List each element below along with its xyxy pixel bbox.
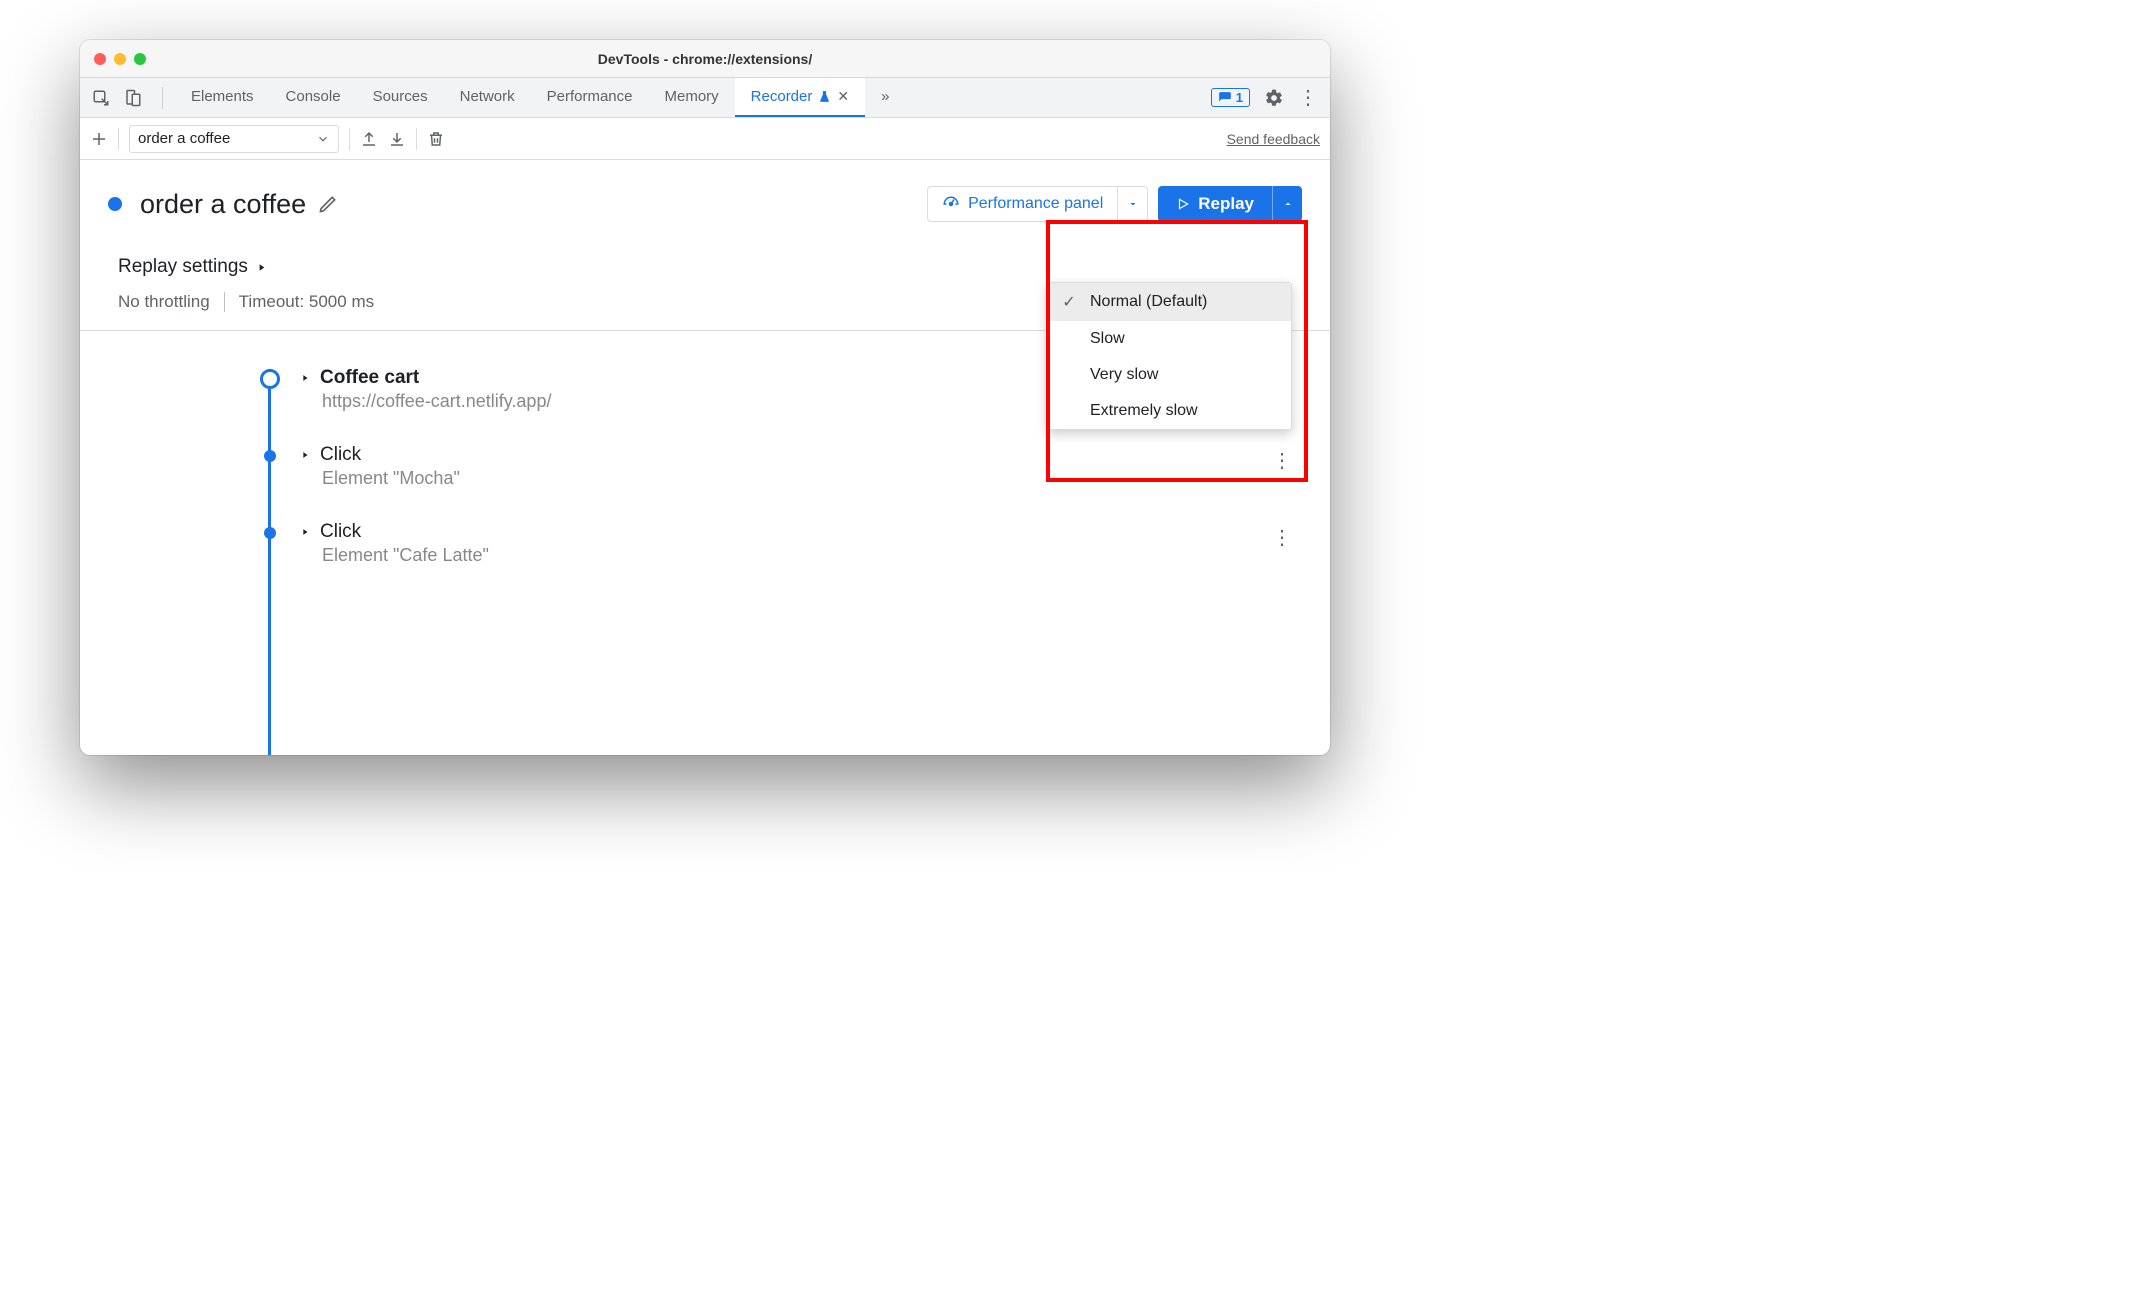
step-node-icon bbox=[260, 369, 280, 389]
kebab-menu-icon[interactable]: ⋮ bbox=[1298, 85, 1318, 110]
timeout-value: Timeout: 5000 ms bbox=[239, 292, 374, 312]
step-node-icon bbox=[264, 450, 276, 462]
replay-speed-menu: ✓ Normal (Default) Slow Very slow Extrem… bbox=[1047, 282, 1292, 430]
panel-tabs: Elements Console Sources Network Perform… bbox=[175, 78, 905, 117]
recording-select-value: order a coffee bbox=[138, 130, 230, 147]
tab-elements[interactable]: Elements bbox=[175, 78, 270, 117]
tabs-bar: Elements Console Sources Network Perform… bbox=[80, 78, 1330, 118]
chevron-double-right-icon: » bbox=[881, 88, 889, 105]
chevron-down-icon bbox=[316, 132, 330, 146]
export-button[interactable] bbox=[360, 130, 378, 148]
step-title: Click bbox=[320, 521, 361, 543]
separator bbox=[118, 128, 119, 150]
tab-memory[interactable]: Memory bbox=[649, 78, 735, 117]
speed-option-extremely-slow[interactable]: Extremely slow bbox=[1048, 393, 1291, 429]
recording-header: order a coffee Performance panel bbox=[80, 160, 1330, 222]
performance-panel-button[interactable]: Performance panel bbox=[927, 186, 1148, 222]
inspect-icon[interactable] bbox=[92, 89, 110, 107]
replay-speed-dropdown[interactable] bbox=[1272, 186, 1302, 222]
gauge-icon bbox=[942, 195, 960, 213]
tab-recorder[interactable]: Recorder ✕ bbox=[735, 78, 865, 117]
more-tabs[interactable]: » bbox=[865, 78, 905, 117]
tab-sources[interactable]: Sources bbox=[357, 78, 444, 117]
window-title: DevTools - chrome://extensions/ bbox=[80, 51, 1330, 67]
recording-title: order a coffee bbox=[140, 189, 306, 220]
close-tab-icon[interactable]: ✕ bbox=[837, 88, 849, 105]
play-icon bbox=[1176, 197, 1190, 211]
step-title: Click bbox=[320, 444, 361, 466]
performance-panel-label: Performance panel bbox=[968, 195, 1103, 213]
edit-title-button[interactable] bbox=[318, 194, 338, 214]
step-more-button[interactable]: ⋮ bbox=[1272, 525, 1292, 550]
settings-icon[interactable] bbox=[1264, 88, 1284, 108]
caret-right-icon bbox=[256, 262, 267, 273]
send-feedback-link[interactable]: Send feedback bbox=[1227, 131, 1320, 147]
step-item[interactable]: Click Element "Cafe Latte" ⋮ bbox=[260, 505, 1330, 582]
step-subtitle: https://coffee-cart.netlify.app/ bbox=[322, 391, 551, 412]
speed-option-normal[interactable]: ✓ Normal (Default) bbox=[1048, 283, 1291, 321]
issues-count: 1 bbox=[1236, 90, 1243, 105]
step-item[interactable]: Click Element "Mocha" ⋮ bbox=[260, 428, 1330, 505]
titlebar: DevTools - chrome://extensions/ bbox=[80, 40, 1330, 78]
speed-option-slow[interactable]: Slow bbox=[1048, 321, 1291, 357]
device-toggle-icon[interactable] bbox=[124, 89, 142, 107]
separator bbox=[162, 87, 163, 109]
step-subtitle: Element "Mocha" bbox=[322, 468, 460, 489]
minimize-window-icon[interactable] bbox=[114, 53, 126, 65]
tab-console[interactable]: Console bbox=[270, 78, 357, 117]
tab-network[interactable]: Network bbox=[444, 78, 531, 117]
delete-button[interactable] bbox=[427, 130, 445, 148]
caret-right-icon bbox=[300, 527, 310, 537]
performance-panel-dropdown[interactable] bbox=[1117, 187, 1147, 221]
issues-button[interactable]: 1 bbox=[1211, 88, 1250, 107]
close-window-icon[interactable] bbox=[94, 53, 106, 65]
throttling-value: No throttling bbox=[118, 292, 210, 312]
step-subtitle: Element "Cafe Latte" bbox=[322, 545, 489, 566]
devtools-window: DevTools - chrome://extensions/ Elements… bbox=[80, 40, 1330, 755]
replay-settings-toggle[interactable]: Replay settings bbox=[118, 256, 1302, 278]
separator bbox=[224, 292, 225, 312]
status-dot-icon bbox=[108, 197, 122, 211]
step-node-icon bbox=[264, 527, 276, 539]
recording-select[interactable]: order a coffee bbox=[129, 125, 339, 153]
replay-button[interactable]: Replay bbox=[1158, 186, 1302, 222]
separator bbox=[349, 128, 350, 150]
replay-label: Replay bbox=[1198, 194, 1254, 214]
flask-icon bbox=[818, 90, 831, 103]
tab-performance[interactable]: Performance bbox=[531, 78, 649, 117]
import-button[interactable] bbox=[388, 130, 406, 148]
recorder-toolbar: order a coffee Send feedback bbox=[80, 118, 1330, 160]
caret-right-icon bbox=[300, 373, 310, 383]
step-more-button[interactable]: ⋮ bbox=[1272, 448, 1292, 473]
window-controls bbox=[94, 53, 146, 65]
new-recording-button[interactable] bbox=[90, 130, 108, 148]
check-icon: ✓ bbox=[1060, 292, 1078, 312]
separator bbox=[416, 128, 417, 150]
step-title: Coffee cart bbox=[320, 367, 419, 389]
speed-option-very-slow[interactable]: Very slow bbox=[1048, 357, 1291, 393]
maximize-window-icon[interactable] bbox=[134, 53, 146, 65]
caret-right-icon bbox=[300, 450, 310, 460]
